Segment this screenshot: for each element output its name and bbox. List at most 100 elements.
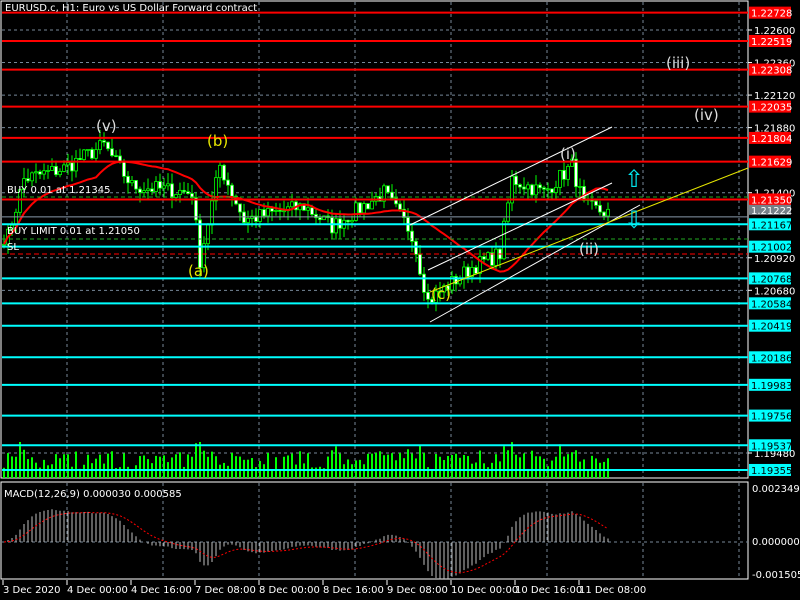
candle-body — [594, 200, 598, 206]
candle-body — [514, 175, 518, 186]
candle-body — [142, 190, 146, 193]
candle-body — [42, 170, 46, 175]
resistance-price-label: 1.21350 — [751, 195, 792, 206]
candle-body — [602, 211, 606, 217]
resistance-price-label: 1.22035 — [751, 103, 792, 114]
candle-body — [558, 169, 562, 188]
candle-body — [78, 157, 82, 160]
candle-body — [50, 165, 54, 171]
buy-order-label: BUY 0.01 at 1.21345 — [7, 185, 111, 196]
candle-body — [310, 207, 314, 215]
wave-b: (b) — [207, 132, 229, 150]
candle-body — [414, 240, 418, 255]
candle-body — [90, 149, 94, 159]
candle-body — [506, 202, 510, 222]
time-label: 8 Dec 00:00 — [259, 585, 320, 596]
candle-body — [138, 188, 142, 193]
support-price-label: 1.20584 — [751, 299, 792, 310]
candle-body — [518, 184, 522, 188]
candle-body — [86, 149, 90, 151]
candle-body — [274, 209, 278, 212]
candle-body — [346, 219, 350, 223]
time-label: 11 Dec 08:00 — [579, 585, 646, 596]
candle-body — [166, 183, 170, 187]
candle-body — [26, 178, 30, 182]
candle-body — [574, 158, 578, 188]
candle-body — [266, 208, 270, 217]
candle-body — [606, 208, 610, 217]
candle-body — [366, 203, 370, 210]
price-tick: 1.20680 — [754, 286, 795, 297]
wave-a: (a) — [188, 262, 209, 280]
candle-body — [358, 202, 362, 214]
candle-body — [502, 220, 506, 260]
candle-body — [422, 273, 426, 293]
candle-body — [222, 164, 226, 181]
support-price-label: 1.19355 — [751, 466, 792, 477]
candle-body — [34, 171, 38, 174]
candle-body — [110, 148, 114, 157]
time-label: 4 Dec 16:00 — [131, 585, 192, 596]
candle-body — [178, 189, 182, 195]
price-chart[interactable]: 1.226001.223601.221201.218801.214001.209… — [0, 0, 800, 600]
candle-body — [186, 191, 190, 194]
time-label: 3 Dec 2020 — [3, 585, 61, 596]
candle-body — [290, 201, 294, 208]
support-price-label: 1.20419 — [751, 322, 792, 333]
candle-body — [170, 183, 174, 199]
candle-body — [318, 217, 322, 221]
arrow-down-icon: ⇩ — [624, 206, 645, 234]
candle-body — [114, 155, 118, 158]
macd-tick: 0.000000 — [752, 537, 800, 548]
resistance-price-label: 1.22519 — [751, 37, 792, 48]
macd-tick: -0.001505 — [752, 570, 800, 581]
candle-body — [426, 291, 430, 300]
candle-body — [102, 140, 106, 143]
candle-body — [554, 187, 558, 193]
candle-body — [74, 157, 78, 172]
candle-body — [398, 203, 402, 210]
wave-iv: (iv) — [694, 106, 719, 124]
candle-body — [58, 171, 62, 176]
candle-body — [542, 187, 546, 190]
wave-v: (v) — [96, 117, 117, 135]
resistance-price-label: 1.21629 — [751, 158, 792, 169]
macd-label: MACD(12,26,9) 0.000030 0.000585 — [4, 489, 182, 500]
candle-body — [182, 189, 186, 193]
candle-body — [494, 248, 498, 266]
candle-body — [362, 203, 366, 214]
support-price-label: 1.20768 — [751, 274, 792, 285]
candle-body — [482, 256, 486, 260]
candle-body — [146, 188, 150, 191]
candle-body — [306, 207, 310, 211]
candle-body — [70, 162, 74, 172]
candle-body — [550, 188, 554, 193]
candle-body — [94, 149, 98, 159]
candle-body — [134, 180, 138, 190]
price-tick: 1.20920 — [754, 254, 795, 265]
candle-body — [82, 149, 86, 160]
candle-body — [578, 186, 582, 188]
price-tick: 1.22120 — [754, 91, 795, 102]
candle-body — [566, 165, 570, 180]
candle-body — [370, 200, 374, 210]
candle-body — [150, 188, 154, 192]
support-price-label: 1.19756 — [751, 412, 792, 423]
wave-i: (i) — [560, 145, 576, 163]
wave-c: (c) — [431, 285, 451, 303]
wave-iii: (iii) — [666, 54, 691, 72]
candle-body — [130, 180, 134, 184]
candle-body — [490, 252, 494, 266]
candle-body — [386, 185, 390, 193]
buy-limit-label: BUY LIMIT 0.01 at 1.21050 — [7, 226, 140, 237]
resistance-price-label: 1.22728 — [751, 9, 792, 20]
candle-body — [106, 141, 110, 150]
time-label: 9 Dec 08:00 — [387, 585, 448, 596]
current-price-label: 1.21222 — [751, 206, 792, 217]
candle-body — [474, 267, 478, 274]
candle-body — [30, 172, 34, 182]
time-label: 4 Dec 00:00 — [67, 585, 128, 596]
candle-body — [350, 220, 354, 223]
candle-body — [38, 171, 42, 175]
candle-body — [534, 184, 538, 196]
